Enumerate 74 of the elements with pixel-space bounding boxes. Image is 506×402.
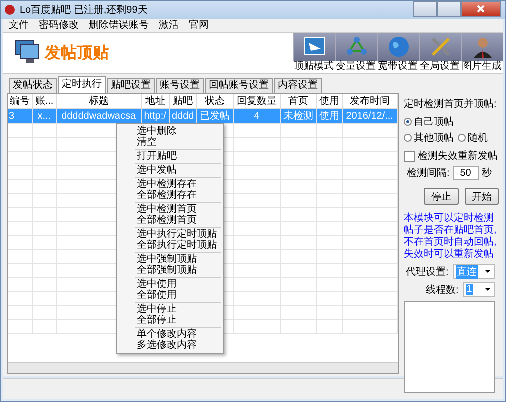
- app-icon: [5, 5, 15, 15]
- table-cell: 使用: [320, 111, 340, 122]
- column-header[interactable]: 标题: [56, 94, 142, 108]
- column-header[interactable]: 发布时间: [342, 94, 398, 108]
- tab[interactable]: 内容设置: [274, 78, 322, 93]
- menu-item[interactable]: 单个修改内容: [117, 329, 223, 340]
- menu-item[interactable]: 全部停止: [117, 315, 223, 326]
- field-label: 检测间隔:: [407, 166, 450, 180]
- table-cell: dddd: [172, 110, 194, 122]
- close-icon: [476, 4, 486, 14]
- close-button[interactable]: [461, 1, 501, 17]
- button[interactable]: 开始: [464, 188, 499, 205]
- menu-item[interactable]: 选中强制顶贴: [117, 254, 223, 265]
- menu-item[interactable]: 选中删除: [117, 126, 223, 137]
- menu-item[interactable]: 全部检测首页: [117, 215, 223, 226]
- table-cell: 4: [254, 110, 260, 122]
- table-cell: 未检测: [284, 111, 314, 122]
- table-cell: x...: [38, 110, 52, 122]
- column-header[interactable]: 回复数量: [233, 94, 281, 108]
- menu-item[interactable]: 全部检测存在: [117, 190, 223, 201]
- tab[interactable]: 发帖状态: [9, 78, 57, 93]
- page-title: 发帖顶贴: [45, 44, 109, 64]
- tab[interactable]: 贴吧设置: [107, 78, 155, 93]
- radio-button[interactable]: [404, 134, 412, 142]
- interval-field[interactable]: 50: [452, 166, 479, 180]
- menu-item[interactable]: 选中发帖: [117, 165, 223, 176]
- minimize-button[interactable]: [413, 1, 437, 17]
- menu-item[interactable]: 文件: [9, 19, 29, 32]
- radio-label: 其他顶帖: [414, 132, 454, 145]
- button[interactable]: 停止: [424, 188, 458, 205]
- menu-item[interactable]: 多选修改内容: [117, 340, 223, 351]
- table-cell: dddddwadwacsa: [62, 110, 136, 122]
- tab[interactable]: 账号设置: [156, 78, 204, 93]
- menu-item[interactable]: 全部执行定时顶贴: [117, 240, 223, 251]
- radio-button[interactable]: [458, 134, 466, 142]
- menu-item[interactable]: 选中停止: [117, 304, 223, 315]
- unit-label: 秒: [482, 166, 492, 180]
- column-header[interactable]: 状态: [196, 94, 234, 108]
- menu-item[interactable]: 打开贴吧: [117, 151, 223, 162]
- tab[interactable]: 回帖账号设置: [205, 78, 273, 93]
- menu-item[interactable]: 官网: [189, 19, 209, 32]
- column-header[interactable]: 账...: [32, 94, 56, 108]
- menu-item[interactable]: 选中检测首页: [117, 204, 223, 215]
- table-cell: 3: [9, 110, 15, 122]
- info-text: 本模块可以定时检测帖子是否在贴吧首页,不在首页时自动回帖,失效时可以重新发帖: [404, 213, 498, 261]
- column-header[interactable]: 地址: [141, 94, 170, 108]
- column-header[interactable]: 贴吧: [169, 94, 197, 108]
- menu-item[interactable]: 全部强制顶贴: [117, 265, 223, 276]
- table-cell: 2016/12/...: [346, 110, 394, 122]
- column-header[interactable]: 首页: [280, 94, 317, 108]
- checkbox[interactable]: [404, 150, 415, 162]
- table-cell: http:/: [144, 110, 166, 122]
- menu-item[interactable]: 激活: [159, 19, 179, 32]
- radio-label: 自己顶帖: [414, 116, 454, 129]
- section-heading: 定时检测首页并顶帖:: [404, 98, 498, 111]
- field-label: 线程数:: [426, 284, 459, 296]
- column-header[interactable]: 使用: [316, 94, 342, 108]
- radio-button[interactable]: [404, 118, 412, 126]
- tab[interactable]: 定时执行: [58, 76, 106, 93]
- table-cell: 已发帖: [200, 111, 230, 122]
- scrollbar[interactable]: [8, 362, 398, 373]
- menu-item[interactable]: 选中检测存在: [117, 179, 223, 190]
- menu-item[interactable]: 全部使用: [117, 290, 223, 301]
- column-header[interactable]: 编号: [8, 94, 33, 108]
- radio-label: 随机: [468, 132, 488, 145]
- menu-item[interactable]: 删除错误账号: [89, 19, 149, 32]
- menu-item[interactable]: 选中使用: [117, 279, 223, 290]
- checkbox-label: 检测失效重新发帖: [418, 150, 498, 163]
- window-title: Lo百度贴吧 已注册,还剩99天: [20, 4, 148, 17]
- maximize-button[interactable]: [437, 1, 461, 17]
- field-label: 代理设置:: [406, 266, 449, 278]
- menu-item[interactable]: 清空: [117, 137, 223, 148]
- menu-item[interactable]: 选中执行定时顶贴: [117, 229, 223, 240]
- menu-item[interactable]: 密码修改: [39, 19, 79, 32]
